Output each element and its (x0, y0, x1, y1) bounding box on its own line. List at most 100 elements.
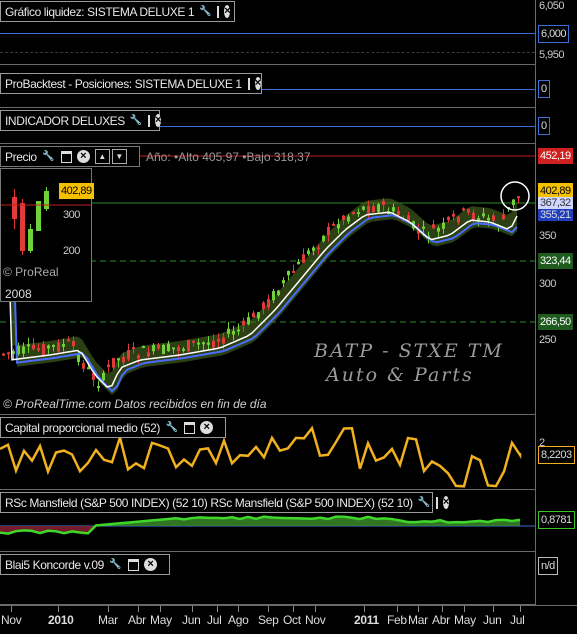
price-candle (357, 212, 360, 215)
price-candle (512, 199, 515, 206)
price-candle (327, 226, 330, 236)
price-candle (462, 208, 465, 211)
date-tick (160, 606, 161, 612)
wrench-icon[interactable]: 🔧 (418, 496, 430, 509)
price-candle (27, 344, 30, 347)
date-tick (138, 606, 139, 612)
window-icon[interactable] (127, 558, 139, 571)
price-candle (37, 348, 40, 351)
price-candle (342, 215, 345, 220)
liquidity-level-line (0, 33, 535, 34)
probacktest-title-bar: ProBacktest - Posiciones: SISTEMA DELUXE… (0, 73, 262, 94)
rsc-panel: RSc Mansfield (S&P 500 INDEX) (52 10) RS… (0, 490, 535, 552)
price-candle (22, 346, 25, 354)
wrench-icon[interactable]: 🔧 (109, 558, 122, 571)
price-tag-ma-blue: 355,21 (538, 209, 573, 221)
price-candle (242, 320, 245, 326)
wrench-icon[interactable]: 🔧 (165, 421, 178, 434)
date-tick (397, 606, 398, 612)
capital-title: Capital proporcional medio (52) (5, 420, 161, 435)
mini-credit: © ProReal (3, 265, 59, 279)
close-icon[interactable]: × (442, 496, 449, 509)
arrow-down-icon[interactable]: ▼ (111, 149, 127, 164)
blai5-title-bar: Blai5 Koncorde v.09 🔧 × (0, 554, 170, 575)
axis-tick: 250 (539, 334, 556, 346)
window-icon[interactable] (217, 5, 220, 18)
wrench-icon[interactable]: 🔧 (130, 114, 142, 127)
price-candle (52, 344, 55, 347)
price-candle (82, 363, 85, 369)
probacktest-panel: ProBacktest - Posiciones: SISTEMA DELUXE… (0, 65, 535, 108)
indicador-title: INDICADOR DELUXES (5, 113, 125, 128)
liquidity-grid-line (0, 52, 535, 53)
close-icon[interactable]: × (154, 114, 161, 127)
close-icon[interactable]: × (254, 77, 261, 90)
window-icon[interactable] (147, 114, 150, 127)
date-tick (520, 606, 521, 612)
window-icon[interactable] (435, 496, 438, 509)
date-label: Mar (98, 613, 118, 627)
price-candle (292, 270, 295, 273)
price-candle (127, 349, 130, 360)
price-candle (252, 312, 255, 318)
blai5-panel: Blai5 Koncorde v.09 🔧 × (0, 552, 535, 605)
arrow-up-icon[interactable]: ▲ (94, 149, 110, 164)
highlight-circle (500, 181, 530, 211)
close-icon[interactable]: × (224, 5, 231, 18)
price-candle (437, 227, 440, 232)
price-candle (277, 290, 280, 296)
date-label: Abr (432, 613, 450, 627)
price-candle (447, 216, 450, 221)
rsc-value-tag: 0,8781 (538, 511, 575, 529)
date-label: 2011 (354, 613, 379, 627)
price-candle (502, 214, 505, 220)
price-candle (212, 340, 215, 348)
wrench-icon[interactable]: 🔧 (42, 150, 55, 163)
date-tick (364, 606, 365, 612)
date-tick (217, 606, 218, 612)
date-label: Jun (182, 613, 201, 627)
price-candle (152, 344, 155, 352)
close-icon[interactable]: × (200, 421, 214, 434)
rsc-title-bar: RSc Mansfield (S&P 500 INDEX) (52 10) RS… (0, 492, 449, 513)
price-candle (57, 342, 60, 352)
price-candle (442, 222, 445, 229)
date-label: Feb (387, 613, 407, 627)
date-label: Nov (305, 613, 326, 627)
price-candle (167, 343, 170, 352)
price-candle (87, 367, 90, 370)
price-candle (202, 342, 205, 345)
window-icon[interactable] (60, 150, 72, 163)
price-candle (42, 344, 45, 356)
capital-panel: Capital proporcional medio (52) 🔧 × (0, 415, 535, 490)
date-tick (442, 606, 443, 612)
price-year-info: Año: •Alto 405,97 •Bajo 318,37 (146, 150, 311, 164)
date-label: 2010 (48, 613, 74, 627)
date-label: Sep (258, 613, 279, 627)
date-label: May (150, 613, 172, 627)
date-tick (192, 606, 193, 612)
price-candle (192, 340, 195, 343)
price-candle (62, 343, 65, 347)
price-candle (222, 337, 225, 344)
mini-year: 2008 (5, 287, 32, 301)
price-tag-red: 452,19 (538, 148, 573, 164)
date-tick (293, 606, 294, 612)
price-candle (102, 372, 105, 381)
close-icon[interactable]: × (76, 150, 90, 163)
price-candle (332, 223, 335, 226)
price-candle (227, 328, 230, 334)
date-tick (58, 606, 59, 612)
window-icon[interactable] (247, 77, 250, 90)
liquidity-value-tag: 6,000 (538, 25, 570, 43)
price-candle (182, 348, 185, 351)
close-icon[interactable]: × (143, 558, 157, 571)
price-candle (67, 339, 70, 342)
mini-price-tag: 402,89 (59, 183, 94, 199)
wrench-icon[interactable]: 🔧 (199, 5, 211, 18)
watermark-name: Auto & Parts (326, 364, 474, 386)
window-icon[interactable] (184, 421, 196, 434)
date-tick (238, 606, 239, 612)
watermark-symbol: BATP - STXE TM (314, 340, 504, 362)
price-candle (352, 212, 355, 215)
